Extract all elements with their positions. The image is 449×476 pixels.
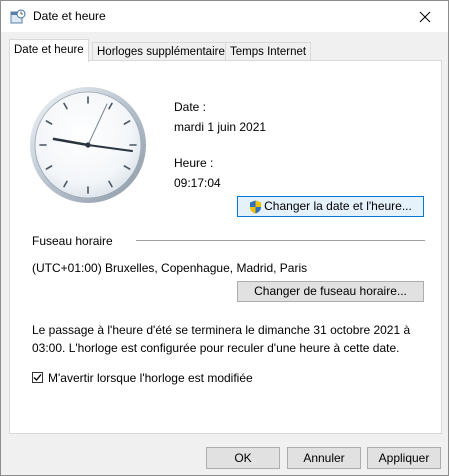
dst-info-line1: Le passage à l'heure d'été se terminera …	[32, 323, 411, 337]
tab-date-time[interactable]: Date et heure	[9, 39, 89, 62]
timezone-separator	[136, 240, 425, 241]
cancel-button[interactable]: Annuler	[287, 447, 361, 469]
change-datetime-button[interactable]: Changer la date et l'heure...	[237, 196, 424, 217]
window-title: Date et heure	[33, 9, 106, 23]
timezone-value: (UTC+01:00) Bruxelles, Copenhague, Madri…	[32, 261, 308, 275]
ok-button[interactable]: OK	[206, 447, 280, 469]
date-time-dialog: Date et heure Date et heure Horloges sup…	[0, 0, 449, 476]
dst-info-line2: 03:00. L'horloge est configurée pour rec…	[32, 341, 400, 355]
timezone-heading: Fuseau horaire	[32, 234, 113, 248]
date-label: Date :	[174, 100, 207, 114]
change-timezone-button[interactable]: Changer de fuseau horaire...	[237, 281, 424, 302]
notify-checkbox-label[interactable]: M'avertir lorsque l'horloge est modifiée	[48, 371, 253, 385]
analog-clock	[30, 87, 146, 203]
clock-app-icon	[10, 9, 26, 24]
notify-checkbox[interactable]	[32, 372, 43, 383]
date-value: mardi 1 juin 2021	[174, 120, 267, 134]
change-datetime-label: Changer la date et l'heure...	[264, 199, 412, 213]
close-icon	[419, 11, 431, 22]
tab-internet-time[interactable]: Temps Internet	[225, 42, 312, 61]
title-bar: Date et heure	[1, 1, 448, 32]
close-button[interactable]	[402, 1, 448, 32]
uac-shield-icon	[250, 200, 262, 214]
checkmark-icon	[33, 374, 42, 381]
tab-additional-clocks[interactable]: Horloges supplémentaires	[92, 42, 236, 61]
tab-panel: Date : mardi 1 juin 2021 Heure : 09:17:0…	[9, 60, 442, 434]
apply-button[interactable]: Appliquer	[367, 447, 441, 469]
time-value: 09:17:04	[174, 176, 221, 190]
time-label: Heure :	[174, 156, 214, 170]
